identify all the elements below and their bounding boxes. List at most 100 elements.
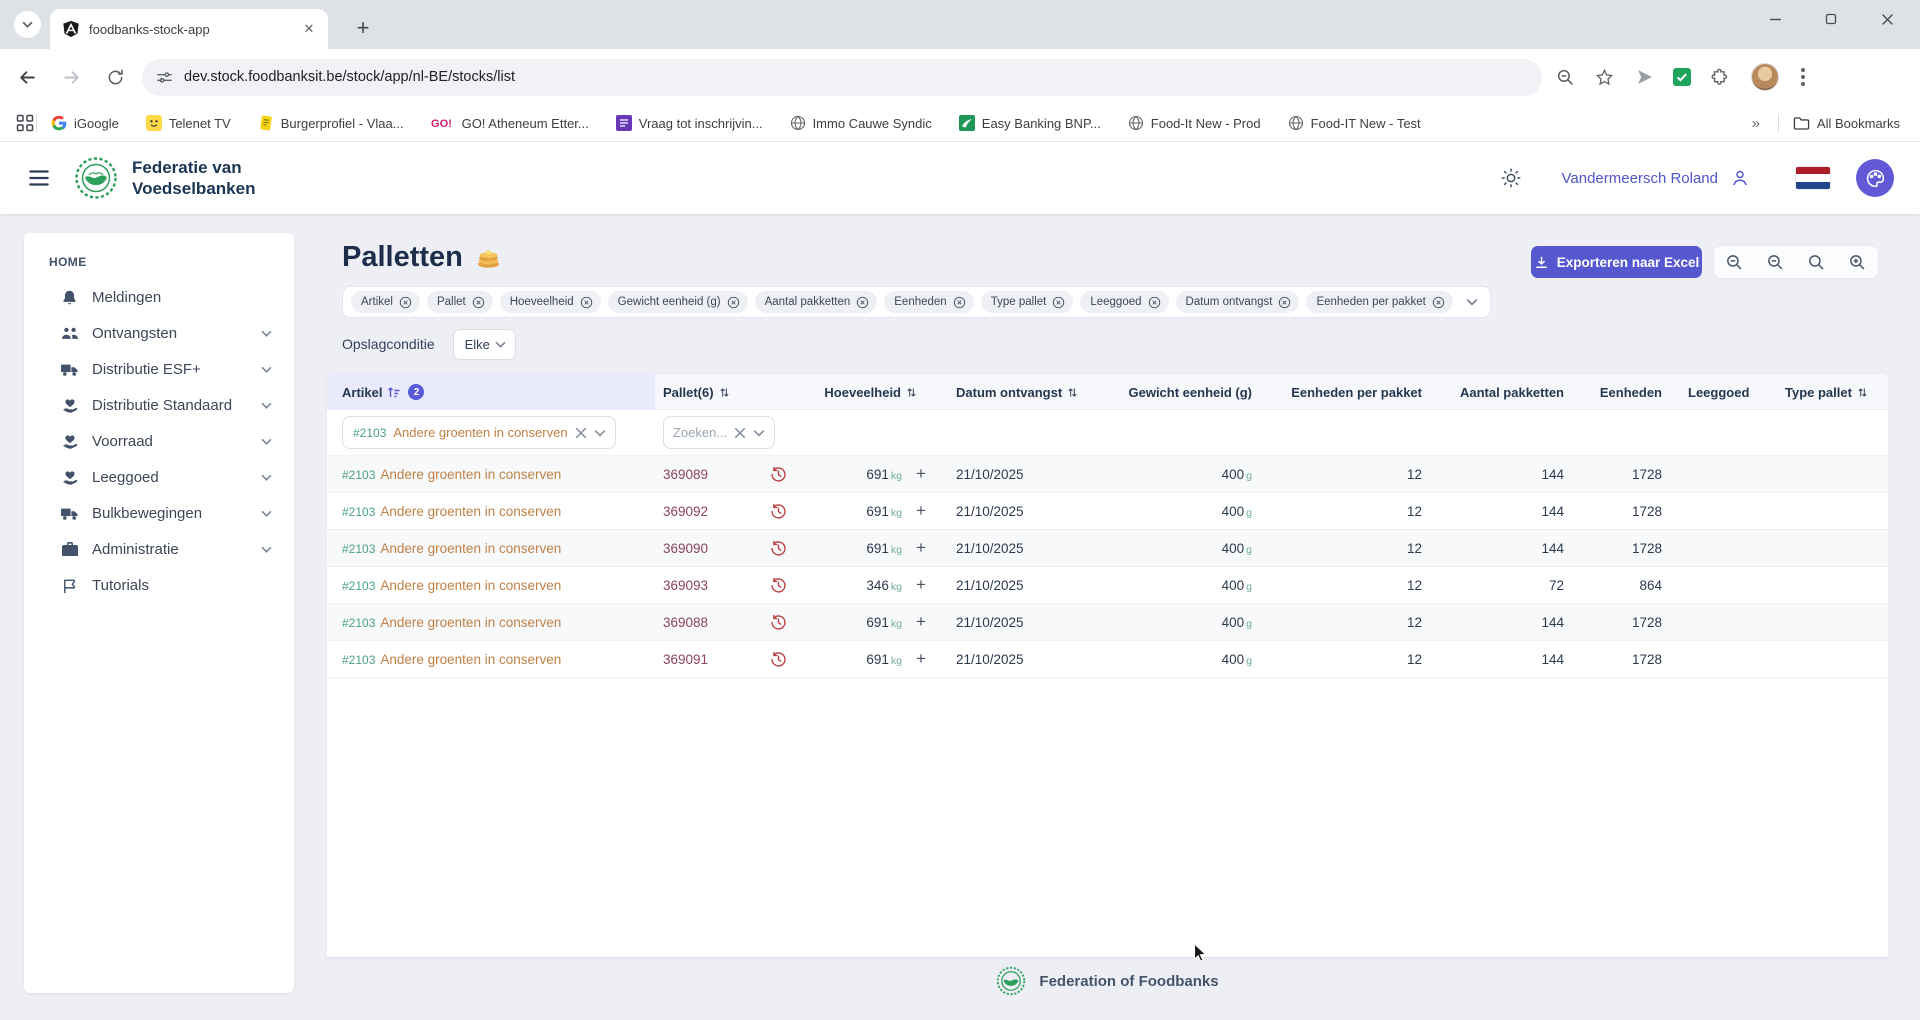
remove-chip-icon[interactable] [1052,296,1065,309]
back-button[interactable] [10,60,44,94]
address-bar[interactable]: dev.stock.foodbanksit.be/stock/app/nl-BE… [142,58,1542,96]
add-icon[interactable]: + [902,538,940,558]
maximize-button[interactable] [1818,6,1844,32]
history-icon[interactable] [770,540,787,557]
sidebar-item-distributie-esf-[interactable]: Distributie ESF+ [24,351,294,387]
bookmark-item[interactable]: Burgerprofiel - Vlaa... [258,115,404,131]
filter-chip[interactable]: Eenheden [884,291,974,313]
column-header-aantal-pakketten[interactable]: Aantal pakketten [1440,385,1580,400]
chevron-down-icon[interactable] [753,429,765,437]
add-icon[interactable]: + [902,612,940,632]
remove-chip-icon[interactable] [1278,296,1291,309]
check-extension-icon[interactable] [1673,68,1691,86]
column-header-eenheden-per-pakket[interactable]: Eenheden per pakket [1270,385,1440,400]
extensions-puzzle-icon[interactable] [1710,68,1729,87]
filter-chip[interactable]: Artikel [351,291,420,313]
remove-chip-icon[interactable] [472,296,485,309]
filter-chip[interactable]: Type pallet [980,291,1074,313]
clear-filter-icon[interactable] [575,427,587,439]
person-icon[interactable] [1730,168,1750,188]
bookmark-item[interactable]: Easy Banking BNP... [958,115,1101,131]
pallet-number[interactable]: 369093 [663,578,708,593]
bookmark-item[interactable]: Telenet TV [145,115,231,131]
remove-chip-icon[interactable] [953,296,966,309]
pallet-number[interactable]: 369089 [663,467,708,482]
column-header-type-pallet[interactable]: Type pallet [1770,385,1888,400]
remove-chip-icon[interactable] [856,296,869,309]
export-excel-button[interactable]: Exporteren naar Excel [1531,246,1702,278]
column-header-pallet[interactable]: Pallet(6) [655,385,805,400]
artikel-filter-chip[interactable]: #2103 Andere groenten in conserven [342,416,616,449]
chevron-down-icon[interactable] [1466,298,1478,306]
history-icon[interactable] [770,577,787,594]
add-icon[interactable]: + [902,464,940,484]
remove-chip-icon[interactable] [399,296,412,309]
remove-chip-icon[interactable] [1148,296,1161,309]
hamburger-menu-icon[interactable] [26,165,52,191]
chevron-down-icon[interactable] [594,429,606,437]
close-window-button[interactable] [1874,6,1900,32]
site-settings-icon[interactable] [156,69,173,86]
history-icon[interactable] [770,614,787,631]
bookmark-item[interactable]: Immo Cauwe Syndic [790,115,932,131]
sidebar-item-administratie[interactable]: Administratie [24,531,294,567]
tab-close-icon[interactable]: ✕ [300,20,318,38]
pallet-number[interactable]: 369092 [663,504,708,519]
sidebar-item-bulkbewegingen[interactable]: Bulkbewegingen [24,495,294,531]
zoom-out-icon[interactable] [1755,246,1796,278]
zoom-out-icon[interactable] [1714,246,1755,278]
remove-chip-icon[interactable] [727,296,740,309]
pallet-number[interactable]: 369088 [663,615,708,630]
add-icon[interactable]: + [902,649,940,669]
column-header-datum[interactable]: Datum ontvangst [940,385,1120,400]
add-icon[interactable]: + [902,501,940,521]
column-header-gewicht[interactable]: Gewicht eenheid (g) [1120,385,1270,400]
forward-button[interactable] [54,60,88,94]
bookmark-item[interactable]: iGoogle [51,115,119,131]
remove-chip-icon[interactable] [1432,296,1445,309]
history-icon[interactable] [770,466,787,483]
profile-avatar[interactable] [1751,63,1779,91]
filter-chip[interactable]: Gewicht eenheid (g) [607,291,748,313]
filter-chip[interactable]: Eenheden per pakket [1306,291,1453,313]
sidebar-item-distributie-standaard[interactable]: Distributie Standaard [24,387,294,423]
bookmark-item[interactable]: Food-IT New - Test [1288,115,1421,131]
column-header-eenheden[interactable]: Eenheden [1580,385,1680,400]
pallet-number[interactable]: 369090 [663,541,708,556]
filter-chip[interactable]: Pallet [426,291,493,313]
pallet-search-input[interactable]: Zoeken... [663,416,776,449]
clear-search-icon[interactable] [734,427,746,439]
send-extension-icon[interactable] [1636,68,1654,86]
search-icon[interactable] [1796,246,1837,278]
bookmark-item[interactable]: GO! GO! Atheneum Etter... [431,116,589,131]
all-bookmarks-button[interactable]: All Bookmarks [1793,116,1900,131]
storage-condition-select[interactable]: Elke [452,328,516,360]
column-header-artikel[interactable]: Artikel 2 [327,374,655,410]
user-menu[interactable]: Vandermeersch Roland [1562,170,1718,187]
pallet-number[interactable]: 369091 [663,652,708,667]
add-icon[interactable]: + [902,575,940,595]
theme-palette-button[interactable] [1856,159,1894,197]
sidebar-item-tutorials[interactable]: Tutorials [24,567,294,603]
bookmark-star-icon[interactable] [1595,68,1614,87]
language-flag-nl[interactable] [1796,167,1830,189]
history-icon[interactable] [770,503,787,520]
apps-grid-icon[interactable] [16,114,34,132]
reload-button[interactable] [98,60,132,94]
remove-chip-icon[interactable] [580,296,593,309]
minimize-button[interactable] [1762,6,1788,32]
filter-chip[interactable]: Leeggoed [1080,291,1169,313]
sidebar-item-leeggoed[interactable]: Leeggoed [24,459,294,495]
history-icon[interactable] [770,651,787,668]
browser-menu-icon[interactable] [1795,62,1811,92]
new-tab-button[interactable]: + [348,13,378,43]
zoom-in-icon[interactable] [1837,246,1878,278]
sidebar-item-ontvangsten[interactable]: Ontvangsten [24,315,294,351]
zoom-indicator-icon[interactable] [1556,68,1575,87]
bookmark-item[interactable]: Vraag tot inschrijvin... [615,115,763,131]
sidebar-item-voorraad[interactable]: Voorraad [24,423,294,459]
theme-toggle-sun-icon[interactable] [1500,167,1522,189]
filter-chip[interactable]: Aantal pakketten [754,291,878,313]
browser-tab[interactable]: foodbanks-stock-app ✕ [50,9,328,49]
sidebar-item-meldingen[interactable]: Meldingen [24,279,294,315]
